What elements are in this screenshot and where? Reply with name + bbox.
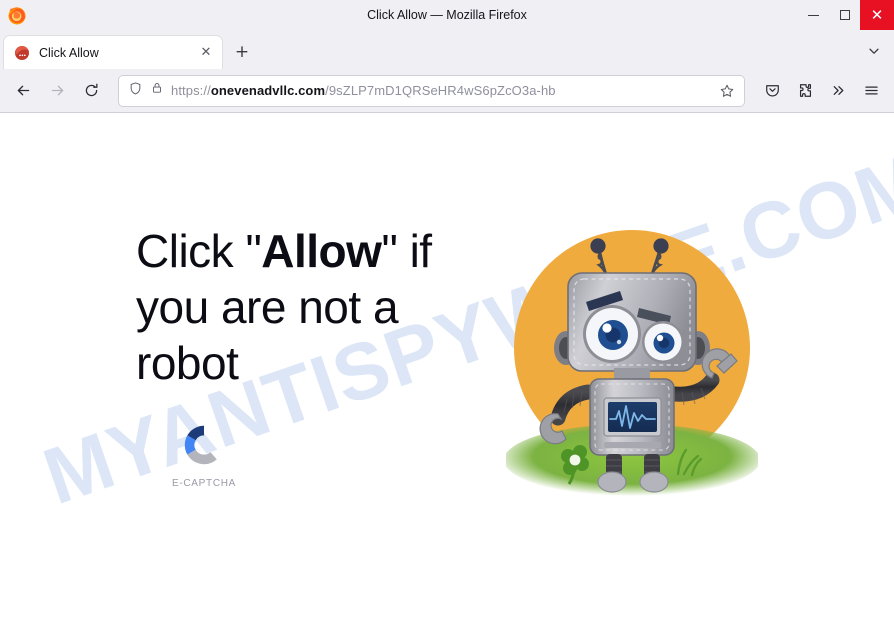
reload-icon[interactable] <box>75 75 107 107</box>
page-viewport: MYANTISPYWARE.COM Click "Allow" if you a… <box>0 113 894 629</box>
tracking-protection-shield-icon[interactable] <box>128 81 143 101</box>
firefox-logo-icon <box>6 4 28 26</box>
back-arrow-icon[interactable] <box>7 75 39 107</box>
toolbar-icons <box>756 75 887 107</box>
url-path: /9sZLP7mD1QRSeHR4wS6pZcO3a-hb <box>325 83 556 98</box>
captcha-label: E-CAPTCHA <box>171 478 237 490</box>
page-content: Click "Allow" if you are not a robot E-C… <box>0 113 894 629</box>
e-captcha-c-logo-icon <box>180 425 228 473</box>
browser-tab[interactable]: Click Allow ✕ <box>4 36 222 69</box>
tab-strip: Click Allow ✕ + <box>0 30 894 69</box>
forward-arrow-icon[interactable] <box>41 75 73 107</box>
maximize-button[interactable] <box>829 0 860 30</box>
new-tab-button[interactable]: + <box>228 38 256 66</box>
headline-prefix: Click " <box>136 224 262 277</box>
url-host: onevenadvllc.com <box>210 83 326 98</box>
hamburger-menu-icon[interactable] <box>855 75 887 107</box>
close-button[interactable]: ✕ <box>860 0 894 30</box>
url-text[interactable]: https://onevenadvllc.com/9sZLP7mD1QRSeHR… <box>171 83 709 98</box>
robot-mascot-illustration <box>504 216 760 496</box>
window-title: Click Allow — Mozilla Firefox <box>367 8 527 22</box>
url-bar[interactable]: https://onevenadvllc.com/9sZLP7mD1QRSeHR… <box>118 74 745 107</box>
page-headline: Click "Allow" if you are not a robot <box>136 223 466 391</box>
site-favicon-icon <box>14 45 30 61</box>
firefox-window: Click Allow — Mozilla Firefox ✕ Click Al… <box>0 0 894 629</box>
headline-emphasis: Allow <box>261 224 382 277</box>
chevron-down-icon[interactable] <box>860 37 888 65</box>
navigation-toolbar: https://onevenadvllc.com/9sZLP7mD1QRSeHR… <box>0 69 894 113</box>
pocket-icon[interactable] <box>756 75 788 107</box>
puzzle-piece-icon[interactable] <box>789 75 821 107</box>
star-outline-icon[interactable] <box>716 80 738 102</box>
title-bar: Click Allow — Mozilla Firefox ✕ <box>0 0 894 30</box>
minimize-button[interactable] <box>798 0 829 30</box>
padlock-icon[interactable] <box>150 81 164 100</box>
headline-column: Click "Allow" if you are not a robot E-C… <box>136 223 466 489</box>
url-scheme: https:// <box>171 83 211 98</box>
tab-close-icon[interactable]: ✕ <box>196 43 216 63</box>
double-chevron-right-icon[interactable] <box>822 75 854 107</box>
window-controls: ✕ <box>798 0 894 30</box>
tab-title: Click Allow <box>39 45 99 60</box>
captcha-badge: E-CAPTCHA <box>158 421 250 489</box>
close-icon: ✕ <box>870 5 884 24</box>
